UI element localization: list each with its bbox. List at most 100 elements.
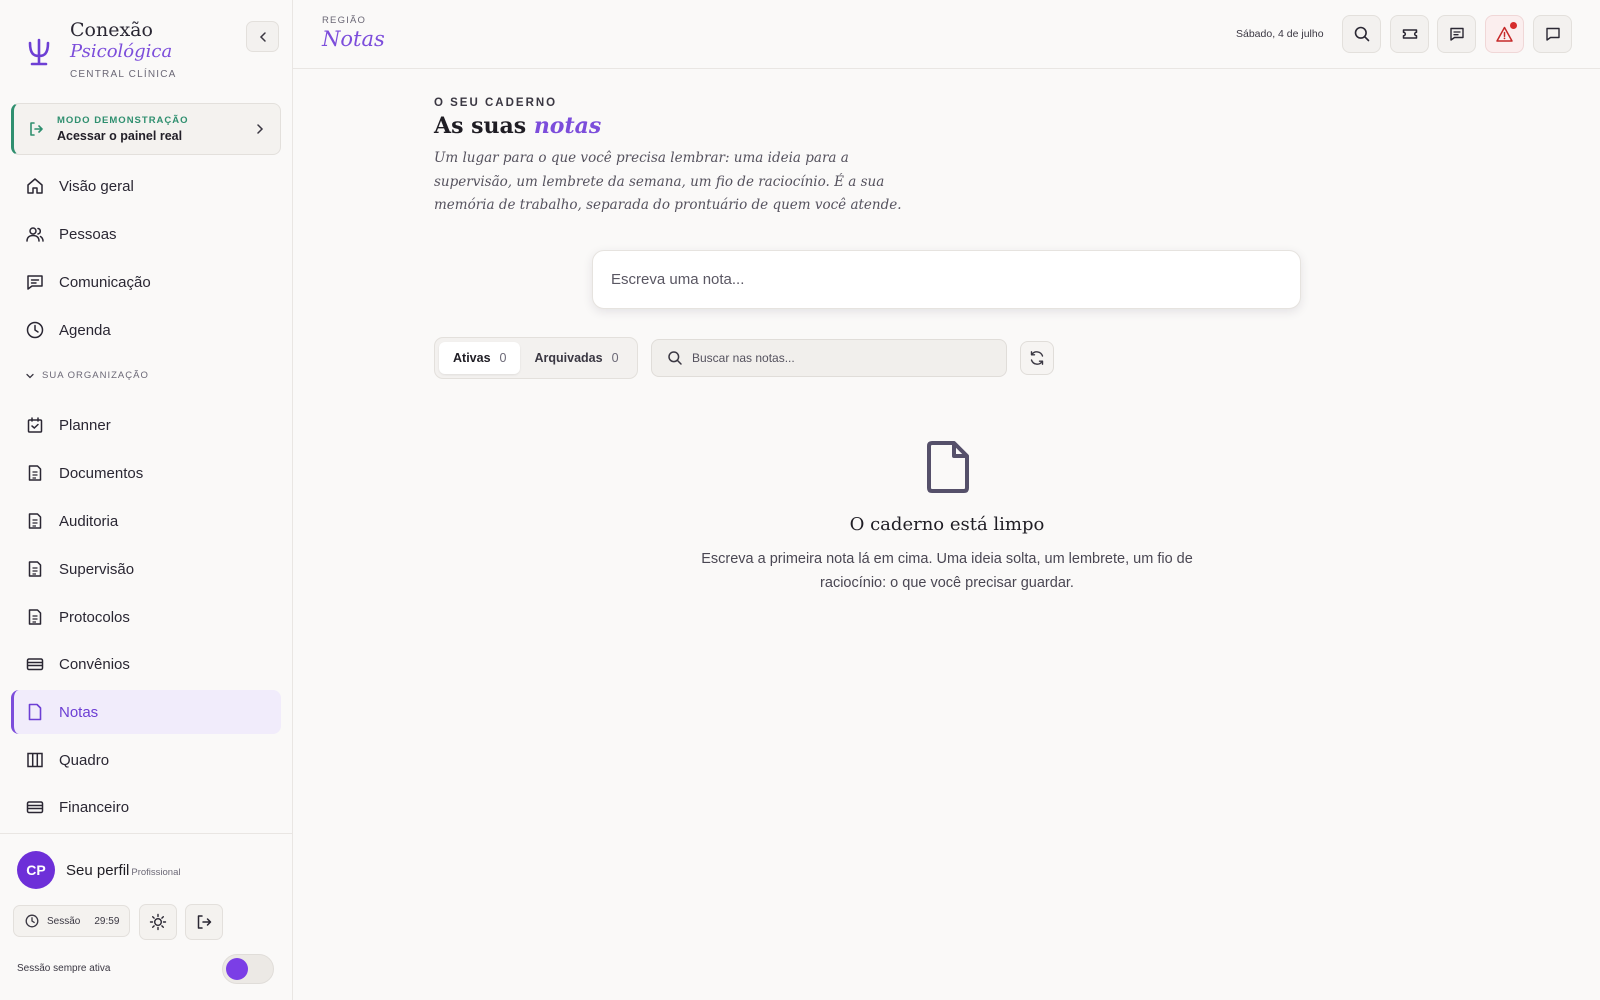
section-heading: As suas notas	[434, 113, 601, 139]
refresh-button[interactable]	[1020, 341, 1054, 375]
card-icon	[25, 797, 45, 817]
sidebar-item-visao-geral[interactable]: Visão geral	[11, 164, 281, 208]
sidebar-item-label: Supervisão	[59, 560, 135, 578]
org-section-toggle[interactable]: SUA ORGANIZAÇÃO	[25, 370, 149, 381]
logout-button[interactable]	[185, 904, 223, 940]
sidebar-item-notas[interactable]: Notas	[11, 690, 281, 734]
sidebar: Conexão Psicológica CENTRAL CLÍNICA MODO…	[0, 0, 293, 1000]
section-intro: Um lugar para o que você precisa lembrar…	[434, 150, 902, 213]
empty-state-title: O caderno está limpo	[849, 514, 1045, 535]
search-icon	[1354, 26, 1369, 42]
sun-icon	[149, 913, 167, 931]
brand[interactable]: Conexão Psicológica CENTRAL CLÍNICA	[22, 20, 177, 80]
heading-prefix: As suas	[434, 113, 527, 139]
ticket-icon	[1402, 29, 1417, 39]
users-icon	[25, 224, 45, 244]
exit-icon	[30, 122, 43, 136]
profile-link[interactable]: CP Seu perfil Profissional	[17, 851, 180, 889]
brand-subtitle: CENTRAL CLÍNICA	[70, 69, 177, 80]
clock-icon	[25, 320, 45, 340]
tab-ativas[interactable]: Ativas 0	[439, 342, 521, 374]
theme-toggle-button[interactable]	[139, 904, 177, 940]
psi-logo-icon	[28, 38, 50, 66]
empty-file-icon	[927, 441, 969, 493]
demo-mode-card[interactable]: MODO DEMONSTRAÇÃO Acessar o painel real	[11, 103, 281, 155]
sidebar-item-label: Comunicação	[59, 273, 151, 291]
message-icon	[25, 272, 45, 292]
logout-icon	[197, 915, 212, 929]
chevron-right-icon	[257, 124, 264, 134]
sidebar-item-supervisao[interactable]: Supervisão	[11, 547, 281, 591]
sidebar-item-label: Planner	[59, 416, 111, 434]
keep-alive-toggle[interactable]	[222, 954, 274, 984]
collapse-sidebar-button[interactable]	[246, 21, 279, 52]
messages-button[interactable]	[1437, 15, 1476, 53]
session-time: 29:59	[94, 915, 120, 927]
session-timer[interactable]: Sessão 29:59	[13, 905, 130, 937]
org-section-label: SUA ORGANIZAÇÃO	[42, 370, 149, 381]
sidebar-item-label: Quadro	[59, 751, 110, 769]
tab-label: Arquivadas	[534, 351, 603, 365]
section-kicker: O SEU CADERNO	[434, 97, 558, 109]
file-icon	[25, 702, 45, 722]
refresh-icon	[1030, 351, 1044, 365]
heading-emphasis: notas	[533, 113, 602, 139]
chat-list-icon	[1449, 27, 1464, 41]
sidebar-item-documentos[interactable]: Documentos	[11, 451, 281, 495]
tab-arquivadas[interactable]: Arquivadas 0	[520, 342, 632, 374]
sidebar-item-label: Documentos	[59, 464, 144, 482]
sidebar-item-label: Protocolos	[59, 608, 130, 626]
session-label: Sessão	[47, 915, 81, 927]
empty-state-description: Escreva a primeira nota lá em cima. Uma …	[701, 551, 1193, 591]
chevron-left-icon	[259, 31, 266, 42]
sidebar-item-quadro[interactable]: Quadro	[11, 738, 281, 782]
notification-dot	[1510, 22, 1517, 29]
brand-name-accent: Psicológica	[70, 41, 173, 62]
sidebar-item-pessoas[interactable]: Pessoas	[11, 212, 281, 256]
note-composer[interactable]	[592, 250, 1301, 309]
sidebar-footer: CP Seu perfil Profissional Sessão 29:59 …	[0, 833, 293, 1000]
sidebar-item-label: Pessoas	[59, 225, 117, 243]
profile-name: Seu perfil	[66, 861, 130, 879]
search-icon	[668, 351, 682, 365]
notes-search[interactable]	[651, 339, 1007, 377]
chevron-down-icon	[26, 373, 34, 378]
toggle-knob	[226, 958, 248, 980]
tab-count: 0	[611, 351, 619, 365]
profile-role: Profissional	[131, 866, 181, 878]
current-date: Sábado, 4 de julho	[1236, 28, 1324, 40]
avatar: CP	[17, 851, 55, 889]
page-title: Notas	[322, 27, 385, 51]
notes-tabs: Ativas 0 Arquivadas 0	[434, 337, 638, 379]
search-button[interactable]	[1342, 15, 1381, 53]
document-icon	[25, 511, 45, 531]
sidebar-item-planner[interactable]: Planner	[11, 403, 281, 447]
demo-mode-kicker: MODO DEMONSTRAÇÃO	[57, 115, 189, 126]
sidebar-item-agenda[interactable]: Agenda	[11, 308, 281, 352]
sidebar-item-label: Auditoria	[59, 512, 119, 530]
document-icon	[25, 463, 45, 483]
sidebar-item-protocolos[interactable]: Protocolos	[11, 595, 281, 639]
sidebar-item-comunicacao[interactable]: Comunicação	[11, 260, 281, 304]
chat-button[interactable]	[1533, 15, 1572, 53]
tickets-button[interactable]	[1390, 15, 1429, 53]
sidebar-item-label: Convênios	[59, 655, 130, 673]
notes-search-input[interactable]	[692, 351, 982, 365]
alerts-button[interactable]	[1485, 15, 1524, 53]
sidebar-item-auditoria[interactable]: Auditoria	[11, 499, 281, 543]
clock-icon	[25, 914, 39, 928]
tab-label: Ativas	[453, 351, 491, 365]
document-icon	[25, 559, 45, 579]
calendar-check-icon	[25, 415, 45, 435]
sidebar-item-label: Agenda	[59, 321, 111, 339]
note-input[interactable]	[611, 271, 1300, 288]
sidebar-item-financeiro[interactable]: Financeiro	[11, 785, 281, 829]
sidebar-item-label: Financeiro	[59, 798, 130, 816]
card-icon	[25, 654, 45, 674]
document-icon	[25, 607, 45, 627]
sidebar-item-convenios[interactable]: Convênios	[11, 642, 281, 686]
sidebar-item-label: Visão geral	[59, 177, 134, 195]
keep-alive-label: Sessão sempre ativa	[17, 963, 111, 974]
columns-icon	[25, 750, 45, 770]
home-icon	[25, 176, 45, 196]
